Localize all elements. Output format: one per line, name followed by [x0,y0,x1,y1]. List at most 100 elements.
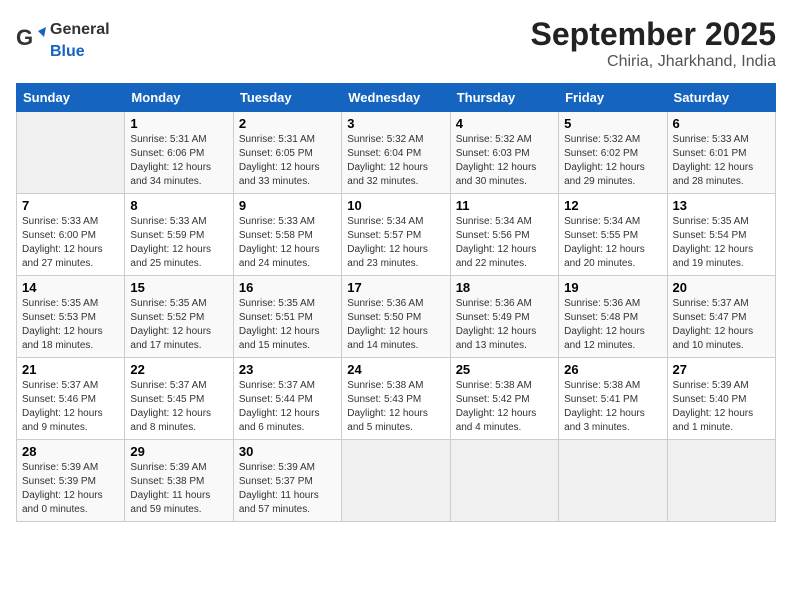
table-row: 11 Sunrise: 5:34 AM Sunset: 5:56 PM Dayli… [450,194,558,276]
week-row-4: 21 Sunrise: 5:37 AM Sunset: 5:46 PM Dayli… [17,358,776,440]
day-info: Sunrise: 5:37 AM Sunset: 5:45 PM Dayligh… [130,379,227,435]
day-info: Sunrise: 5:33 AM Sunset: 6:01 PM Dayligh… [673,133,770,189]
day-number: 17 [347,280,444,295]
day-number: 8 [130,198,227,213]
table-row: 27Sunrise: 5:39 AM Sunset: 5:40 PM Dayli… [667,358,775,440]
table-row: 8 Sunrise: 5:33 AM Sunset: 5:59 PM Daylig… [125,194,233,276]
calendar-header-row: Sunday Monday Tuesday Wednesday Thursday… [17,84,776,112]
table-row: 21 Sunrise: 5:37 AM Sunset: 5:46 PM Dayli… [17,358,125,440]
day-number: 2 [239,116,336,131]
day-info: Sunrise: 5:34 AM Sunset: 5:55 PM Dayligh… [564,215,661,271]
calendar-subtitle: Chiria, Jharkhand, India [531,53,776,71]
table-row: 10Sunrise: 5:34 AM Sunset: 5:57 PM Dayli… [342,194,450,276]
col-saturday: Saturday [667,84,775,112]
table-row: 24Sunrise: 5:38 AM Sunset: 5:43 PM Dayli… [342,358,450,440]
day-info: Sunrise: 5:36 AM Sunset: 5:48 PM Dayligh… [564,297,661,353]
day-number: 27 [673,362,770,377]
day-info: Sunrise: 5:32 AM Sunset: 6:04 PM Dayligh… [347,133,444,189]
day-info: Sunrise: 5:31 AM Sunset: 6:06 PM Dayligh… [130,133,227,189]
day-number: 19 [564,280,661,295]
day-info: Sunrise: 5:36 AM Sunset: 5:49 PM Dayligh… [456,297,553,353]
table-row: 25 Sunrise: 5:38 AM Sunset: 5:42 PM Dayli… [450,358,558,440]
day-number: 23 [239,362,336,377]
table-row: 3 Sunrise: 5:32 AM Sunset: 6:04 PM Daylig… [342,112,450,194]
week-row-5: 28Sunrise: 5:39 AM Sunset: 5:39 PM Dayli… [17,440,776,522]
day-number: 14 [22,280,119,295]
day-info: Sunrise: 5:35 AM Sunset: 5:53 PM Dayligh… [22,297,119,353]
table-row: 23 Sunrise: 5:37 AM Sunset: 5:44 PM Dayli… [233,358,341,440]
day-number: 30 [239,444,336,459]
day-number: 25 [456,362,553,377]
week-row-3: 14 Sunrise: 5:35 AM Sunset: 5:53 PM Dayli… [17,276,776,358]
week-row-1: 1 Sunrise: 5:31 AM Sunset: 6:06 PM Daylig… [17,112,776,194]
table-row: 7 Sunrise: 5:33 AM Sunset: 6:00 PM Daylig… [17,194,125,276]
day-info: Sunrise: 5:37 AM Sunset: 5:46 PM Dayligh… [22,379,119,435]
day-number: 21 [22,362,119,377]
table-row: 22 Sunrise: 5:37 AM Sunset: 5:45 PM Dayli… [125,358,233,440]
calendar-table: Sunday Monday Tuesday Wednesday Thursday… [16,83,776,522]
col-friday: Friday [559,84,667,112]
day-info: Sunrise: 5:37 AM Sunset: 5:47 PM Dayligh… [673,297,770,353]
title-area: September 2025 Chiria, Jharkhand, India [531,16,776,71]
day-number: 29 [130,444,227,459]
table-row: 14 Sunrise: 5:35 AM Sunset: 5:53 PM Dayli… [17,276,125,358]
table-row: 6 Sunrise: 5:33 AM Sunset: 6:01 PM Daylig… [667,112,775,194]
table-row: 20 Sunrise: 5:37 AM Sunset: 5:47 PM Dayli… [667,276,775,358]
table-row: 9 Sunrise: 5:33 AM Sunset: 5:58 PM Daylig… [233,194,341,276]
day-number: 9 [239,198,336,213]
table-row: 12 Sunrise: 5:34 AM Sunset: 5:55 PM Dayli… [559,194,667,276]
day-number: 11 [456,198,553,213]
day-info: Sunrise: 5:34 AM Sunset: 5:56 PM Dayligh… [456,215,553,271]
table-row: 29Sunrise: 5:39 AM Sunset: 5:38 PM Dayli… [125,440,233,522]
day-info: Sunrise: 5:36 AM Sunset: 5:50 PM Dayligh… [347,297,444,353]
table-row: 18 Sunrise: 5:36 AM Sunset: 5:49 PM Dayli… [450,276,558,358]
table-row: 13 Sunrise: 5:35 AM Sunset: 5:54 PM Dayli… [667,194,775,276]
logo-general: General [50,21,110,38]
table-row [559,440,667,522]
day-number: 1 [130,116,227,131]
col-wednesday: Wednesday [342,84,450,112]
week-row-2: 7 Sunrise: 5:33 AM Sunset: 6:00 PM Daylig… [17,194,776,276]
day-info: Sunrise: 5:32 AM Sunset: 6:03 PM Dayligh… [456,133,553,189]
day-number: 26 [564,362,661,377]
calendar-title: September 2025 [531,16,776,53]
table-row: 16 Sunrise: 5:35 AM Sunset: 5:51 PM Dayli… [233,276,341,358]
day-info: Sunrise: 5:33 AM Sunset: 6:00 PM Dayligh… [22,215,119,271]
day-info: Sunrise: 5:39 AM Sunset: 5:37 PM Dayligh… [239,461,336,517]
day-number: 16 [239,280,336,295]
day-info: Sunrise: 5:35 AM Sunset: 5:52 PM Dayligh… [130,297,227,353]
day-number: 20 [673,280,770,295]
page-header: G General Blue September 2025 Chiria, Jh… [16,16,776,71]
day-info: Sunrise: 5:33 AM Sunset: 5:59 PM Dayligh… [130,215,227,271]
day-info: Sunrise: 5:35 AM Sunset: 5:54 PM Dayligh… [673,215,770,271]
day-number: 13 [673,198,770,213]
day-number: 12 [564,198,661,213]
col-tuesday: Tuesday [233,84,341,112]
day-info: Sunrise: 5:35 AM Sunset: 5:51 PM Dayligh… [239,297,336,353]
day-number: 6 [673,116,770,131]
day-number: 5 [564,116,661,131]
day-info: Sunrise: 5:38 AM Sunset: 5:42 PM Dayligh… [456,379,553,435]
col-sunday: Sunday [17,84,125,112]
day-info: Sunrise: 5:37 AM Sunset: 5:44 PM Dayligh… [239,379,336,435]
day-number: 7 [22,198,119,213]
day-number: 22 [130,362,227,377]
table-row: 5Sunrise: 5:32 AM Sunset: 6:02 PM Daylig… [559,112,667,194]
day-info: Sunrise: 5:31 AM Sunset: 6:05 PM Dayligh… [239,133,336,189]
table-row: 2 Sunrise: 5:31 AM Sunset: 6:05 PM Daylig… [233,112,341,194]
day-number: 18 [456,280,553,295]
day-info: Sunrise: 5:34 AM Sunset: 5:57 PM Dayligh… [347,215,444,271]
table-row: 19 Sunrise: 5:36 AM Sunset: 5:48 PM Dayli… [559,276,667,358]
table-row: 30 Sunrise: 5:39 AM Sunset: 5:37 PM Dayli… [233,440,341,522]
table-row: 17 Sunrise: 5:36 AM Sunset: 5:50 PM Dayli… [342,276,450,358]
day-number: 4 [456,116,553,131]
logo-icon: G [16,23,46,53]
svg-text:G: G [16,25,33,50]
col-monday: Monday [125,84,233,112]
table-row [342,440,450,522]
day-info: Sunrise: 5:33 AM Sunset: 5:58 PM Dayligh… [239,215,336,271]
day-number: 3 [347,116,444,131]
table-row: 4 Sunrise: 5:32 AM Sunset: 6:03 PM Daylig… [450,112,558,194]
table-row: 26Sunrise: 5:38 AM Sunset: 5:41 PM Dayli… [559,358,667,440]
table-row: 15Sunrise: 5:35 AM Sunset: 5:52 PM Dayli… [125,276,233,358]
